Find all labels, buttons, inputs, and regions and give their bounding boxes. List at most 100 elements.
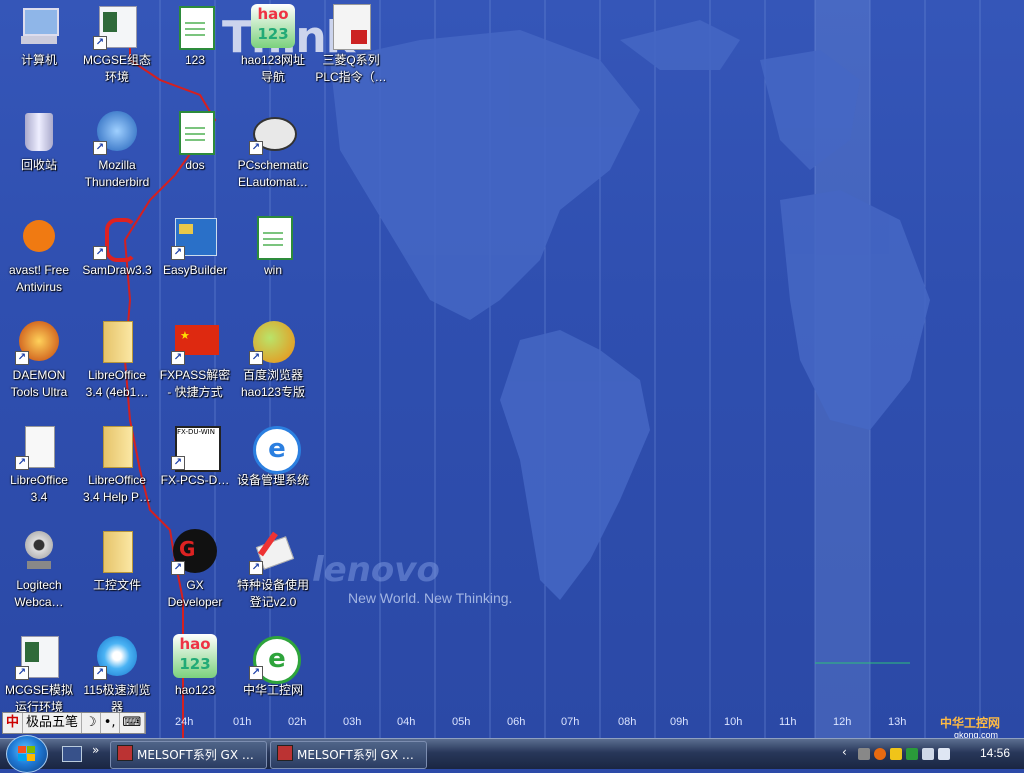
desktop-icon-label: 123	[184, 53, 206, 67]
desktop-icon-dos[interactable]: dos	[156, 109, 234, 174]
ime-keyboard-icon[interactable]: ⌨	[120, 713, 146, 733]
ime-punct-icon[interactable]: •,	[101, 713, 120, 733]
easybuilder-icon: ↗	[171, 214, 217, 260]
desktop-icon-daemon[interactable]: ↗ DAEMON Tools Ultra	[0, 319, 78, 401]
desktop-icon-special[interactable]: ↗ 特种设备使用 登记v2.0	[234, 529, 312, 611]
pdf-icon	[329, 4, 373, 50]
desktop-icon-avast[interactable]: avast! Free Antivirus	[0, 214, 78, 296]
shortcut-arrow-icon: ↗	[249, 141, 263, 155]
tray-mail-icon[interactable]	[890, 748, 902, 760]
desktop-icon-label: 三菱Q系列 PLC指令（…	[315, 53, 387, 84]
show-desktop-icon[interactable]	[62, 746, 82, 762]
shortcut-arrow-icon: ↗	[93, 246, 107, 260]
desktop-icon-hao123nav[interactable]: hao 123 hao123网址 导航	[234, 4, 312, 86]
desktop-icon-label: MCGSE模拟 运行环境	[4, 683, 73, 714]
desktop-icon-label: 设备管理系统	[236, 473, 309, 487]
desktop-icon-b115[interactable]: ↗ 115极速浏览 器	[78, 634, 156, 716]
desktop-icon-easybuilder[interactable]: ↗ EasyBuilder	[156, 214, 234, 279]
task-label: MELSOFT系列 GX …	[297, 748, 414, 762]
desktop-icon-recycle[interactable]: 回收站	[0, 109, 78, 174]
desktop-icon-libre2[interactable]: ↗ LibreOffice 3.4	[0, 424, 78, 506]
quick-launch-chevron-icon[interactable]: »	[92, 743, 99, 757]
taskbar-item-gx-1[interactable]: MELSOFT系列 GX …	[110, 741, 267, 769]
desktop-icon-win[interactable]: win	[234, 214, 312, 279]
desktop-icon-pcschematic[interactable]: ↗ PCschematic ELautomat…	[234, 109, 312, 191]
timezone-label: 05h	[452, 716, 471, 728]
ime-logo-icon[interactable]: 中	[3, 713, 24, 733]
taskbar-item-gx-2[interactable]: MELSOFT系列 GX …	[270, 741, 427, 769]
shortcut-arrow-icon: ↗	[249, 561, 263, 575]
desktop-icon-label: 工控文件	[92, 578, 141, 592]
ime-moon-icon[interactable]: ☽	[82, 713, 101, 733]
timezone-label: 12h	[833, 716, 852, 728]
timezone-label: 11h	[779, 716, 797, 728]
desktop-icon-label: LibreOffice 3.4 (4eb1…	[85, 368, 149, 399]
taskbar: » MELSOFT系列 GX … MELSOFT系列 GX … ‹ 14:56	[0, 735, 1024, 773]
spreadsheet-icon	[173, 109, 217, 155]
desktop-icon-plc[interactable]: 三菱Q系列 PLC指令（…	[312, 4, 390, 86]
shortcut-arrow-icon: ↗	[249, 351, 263, 365]
desktop-icon-label: 计算机	[20, 53, 57, 67]
computer-icon	[17, 4, 61, 48]
tray-expand-icon[interactable]: ‹	[842, 745, 847, 759]
folder-icon	[95, 529, 139, 573]
avast-icon	[17, 214, 61, 258]
desktop-icon-label: FXPASS解密 - 快捷方式	[159, 368, 231, 399]
ime-name[interactable]: 极品五笔	[23, 713, 83, 733]
desktop-icon-fxpcs[interactable]: FX-DU-WIN ↗ FX-PCS-D…	[156, 424, 234, 489]
desktop-icon-devmgr[interactable]: e 设备管理系统	[234, 424, 312, 489]
tray-avast-icon[interactable]	[874, 748, 886, 760]
tray-display-icon[interactable]	[922, 748, 934, 760]
hao123-icon: hao 123	[251, 4, 295, 48]
desktop: Think lenovo New World. New Thinking. 24…	[0, 0, 1024, 738]
timezone-label: 02h	[288, 716, 307, 728]
desktop-icon-hao123[interactable]: hao 123 hao123	[156, 634, 234, 699]
timezone-label: 04h	[397, 716, 416, 728]
desktop-icon-zhonghua[interactable]: e ↗ 中华工控网	[234, 634, 312, 699]
shortcut-arrow-icon: ↗	[15, 456, 29, 470]
desktop-icon-fxpass[interactable]: ★ ↗ FXPASS解密 - 快捷方式	[156, 319, 234, 401]
desktop-icon-gongkong[interactable]: 工控文件	[78, 529, 156, 594]
desktop-icon-logitech[interactable]: Logitech Webca…	[0, 529, 78, 611]
desktop-icon-label: 回收站	[20, 158, 57, 172]
tray-volume-icon[interactable]	[938, 748, 950, 760]
samdraw-icon: ↗	[93, 214, 139, 262]
lenovo-logo: lenovo	[312, 550, 440, 590]
folder-icon	[95, 424, 139, 468]
desktop-icon-librehelp[interactable]: LibreOffice 3.4 Help P…	[78, 424, 156, 506]
desktop-icon-label: 百度浏览器 hao123专版	[240, 368, 306, 399]
timezone-label: 03h	[343, 716, 362, 728]
desktop-icon-computer[interactable]: 计算机	[0, 4, 78, 69]
desktop-icon-samdraw[interactable]: ↗ SamDraw3.3	[78, 214, 156, 279]
timezone-label: 08h	[618, 716, 637, 728]
ie-green-icon: e ↗	[249, 634, 301, 684]
desktop-icon-libre1[interactable]: LibreOffice 3.4 (4eb1…	[78, 319, 156, 401]
tray-network-icon[interactable]	[858, 748, 870, 760]
shortcut-arrow-icon: ↗	[249, 666, 263, 680]
shortcut-arrow-icon: ↗	[171, 351, 185, 365]
desktop-icon-label: 115极速浏览 器	[83, 683, 151, 714]
desktop-icon-baidu[interactable]: ↗ 百度浏览器 hao123专版	[234, 319, 312, 401]
timezone-label: 01h	[233, 716, 252, 728]
tray-security-icon[interactable]	[906, 748, 918, 760]
desktop-icon-label: Mozilla Thunderbird	[84, 158, 150, 189]
desktop-icon-mcgsesim[interactable]: ↗ MCGSE模拟 运行环境	[0, 634, 78, 716]
baidu-browser-icon: ↗	[249, 319, 295, 365]
document-icon: ↗	[15, 424, 61, 470]
fx-pcs-icon: FX-DU-WIN ↗	[171, 424, 221, 472]
ime-toolbar[interactable]: 中 极品五笔 ☽ •, ⌨	[2, 712, 147, 734]
shortcut-arrow-icon: ↗	[171, 456, 185, 470]
desktop-icon-thunderbird[interactable]: ↗ Mozilla Thunderbird	[78, 109, 156, 191]
desktop-icon-mcgse[interactable]: ↗ MCGSE组态 环境	[78, 4, 156, 86]
pcschematic-icon: ↗	[249, 109, 297, 155]
china-flag-icon: ★ ↗	[171, 319, 219, 365]
recycle-bin-icon	[17, 109, 61, 153]
timezone-label: 10h	[724, 716, 743, 728]
clock[interactable]: 14:56	[980, 746, 1010, 760]
daemon-icon: ↗	[15, 319, 61, 365]
timezone-labels: 24h 01h 02h 03h 04h 05h 06h 07h 08h 09h 10h 11h 12h 1…	[0, 716, 1024, 732]
desktop-icon-f123[interactable]: 123	[156, 4, 234, 69]
shortcut-arrow-icon: ↗	[15, 351, 29, 365]
start-button[interactable]	[6, 735, 48, 773]
desktop-icon-gxdev[interactable]: G ↗ GX Developer	[156, 529, 234, 611]
